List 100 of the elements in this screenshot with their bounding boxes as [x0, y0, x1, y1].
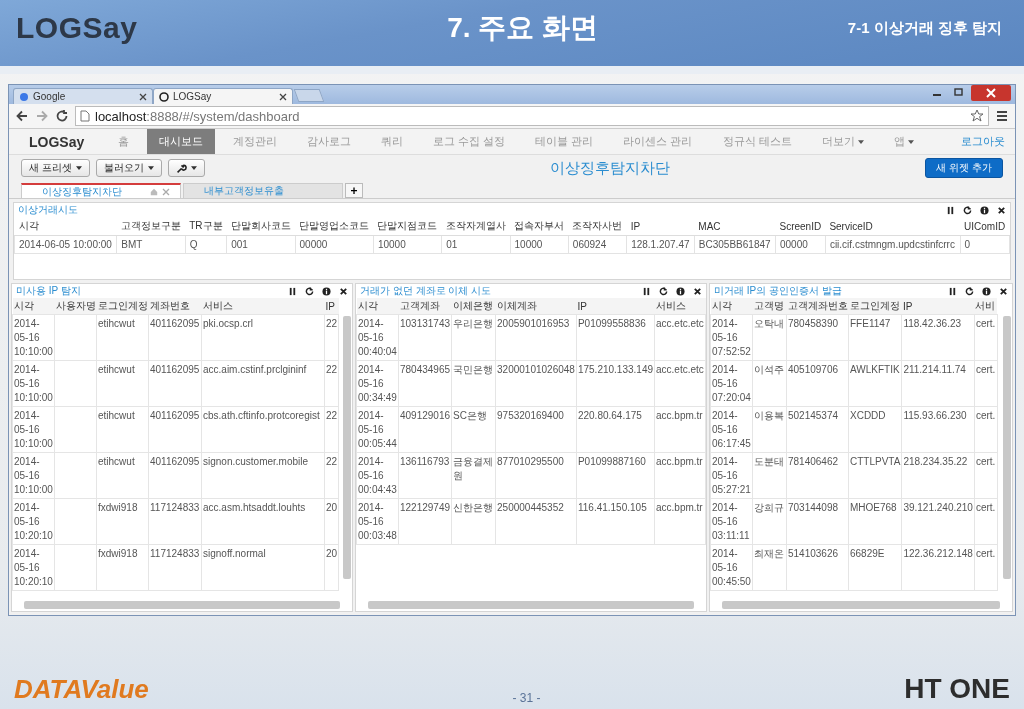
add-tab-button[interactable]: +	[345, 183, 363, 198]
table-cell: acc.aim.cstinf.prclgininf	[203, 364, 307, 375]
scrollbar[interactable]	[368, 601, 694, 609]
star-icon[interactable]	[970, 109, 984, 123]
table-cell: FFE1147	[850, 318, 891, 329]
table-cell: BC305BB61847	[694, 235, 776, 254]
column-header[interactable]: 로그인계정	[848, 298, 902, 315]
column-header[interactable]: IP	[576, 298, 655, 315]
column-header[interactable]: 시각	[710, 298, 753, 315]
close-icon[interactable]	[693, 286, 702, 296]
table-cell: 0	[960, 235, 1010, 254]
column-header[interactable]: UIComID	[960, 217, 1010, 236]
table-cell: etihcwut	[98, 456, 135, 467]
table-cell: 122129749	[400, 502, 451, 513]
info-icon[interactable]	[980, 205, 989, 215]
column-header[interactable]: 서비스	[201, 298, 325, 315]
column-header[interactable]: 시각	[12, 298, 55, 315]
column-header[interactable]: 서비스	[654, 298, 706, 315]
column-header[interactable]: IP	[626, 217, 695, 236]
dropdown-button[interactable]: 불러오기	[95, 159, 162, 177]
table-cell: 00000	[295, 235, 374, 254]
brand-logo: HT ONE	[904, 673, 1010, 705]
table-cell: acc.bpm.tr	[656, 502, 703, 513]
column-header[interactable]: 시각	[14, 217, 117, 236]
table-cell: 2014-05-16 00:04:43	[358, 456, 397, 495]
column-header[interactable]: 서비	[974, 298, 998, 315]
table-cell: 502145374	[788, 410, 839, 421]
info-icon[interactable]	[982, 286, 991, 296]
refresh-icon[interactable]	[305, 286, 314, 296]
back-icon[interactable]	[15, 109, 29, 123]
column-header[interactable]: TR구분	[185, 217, 227, 236]
column-header[interactable]: 단말지점코드	[373, 217, 442, 236]
column-header[interactable]: 조작자사번	[568, 217, 627, 236]
widget-title: 거래가 없던 계좌로 이체 시도	[360, 284, 492, 298]
column-header[interactable]: 사용자명	[54, 298, 97, 315]
logo: LOGSay	[16, 11, 138, 45]
browser-tab[interactable]: LOGSay	[153, 88, 293, 104]
column-header[interactable]: 고객정보구분	[116, 217, 186, 236]
scrollbar[interactable]	[24, 601, 340, 609]
menu-icon[interactable]	[995, 109, 1009, 123]
table-cell: AWLKFTIK	[850, 364, 900, 375]
close-icon[interactable]	[339, 286, 348, 296]
table-cell: 220.80.64.175	[577, 410, 642, 421]
table-cell: 118.42.36.23	[903, 318, 962, 329]
pause-icon[interactable]	[642, 286, 651, 296]
column-header[interactable]: ServiceID	[825, 217, 961, 236]
close-icon[interactable]	[279, 92, 287, 101]
close-icon[interactable]	[997, 205, 1006, 215]
refresh-icon[interactable]	[963, 205, 972, 215]
refresh-icon[interactable]	[965, 286, 974, 296]
column-header[interactable]: 고객명	[752, 298, 787, 315]
table-cell: SC은행	[453, 410, 487, 421]
column-header[interactable]: 계좌번호	[148, 298, 202, 315]
column-header[interactable]: 고객계좌	[398, 298, 452, 315]
scrollbar[interactable]	[1003, 316, 1011, 579]
column-header[interactable]: IP	[901, 298, 975, 315]
add-widget-button[interactable]: 새 위젯 추가	[925, 158, 1003, 178]
address-bar[interactable]: localhost:8888/#/system/dashboard	[75, 106, 989, 126]
table-cell: etihcwut	[98, 364, 135, 375]
settings-button[interactable]	[167, 159, 205, 177]
close-icon[interactable]	[139, 92, 147, 101]
table-cell: cert.	[975, 364, 996, 375]
table-cell: cert.	[975, 410, 996, 421]
column-header[interactable]: 로그인계정	[96, 298, 149, 315]
column-header[interactable]: 단말영업소코드	[295, 217, 374, 236]
column-header[interactable]: 단말회사코드	[226, 217, 296, 236]
nav-item[interactable]: 대시보드	[147, 129, 216, 154]
scrollbar[interactable]	[722, 601, 1000, 609]
app-logo[interactable]: LOGSay	[29, 133, 85, 150]
table-cell: Q	[185, 235, 227, 254]
table-cell: XCDDD	[850, 410, 886, 421]
scrollbar[interactable]	[343, 316, 351, 579]
table-cell: cert.	[975, 456, 996, 467]
table-cell: pki.ocsp.crl	[203, 318, 253, 329]
table-cell: 2014-05-16 00:40:04	[358, 318, 397, 357]
table-cell: 780458390	[788, 318, 839, 329]
table-cell: cert.	[975, 502, 996, 513]
refresh-icon[interactable]	[659, 286, 668, 296]
table-cell: 10000	[373, 235, 442, 254]
dropdown-button[interactable]: 새 프리셋	[21, 159, 90, 177]
page-icon	[80, 110, 90, 122]
column-header[interactable]: 접속자부서	[510, 217, 569, 236]
column-header[interactable]: 조작자계열사	[441, 217, 511, 236]
pause-icon[interactable]	[948, 286, 957, 296]
info-icon[interactable]	[676, 286, 685, 296]
pause-icon[interactable]	[288, 286, 297, 296]
table-cell: cert.	[975, 548, 996, 559]
column-header[interactable]: 이체계좌	[495, 298, 577, 315]
table-cell: 01	[441, 235, 511, 254]
pause-icon[interactable]	[946, 205, 955, 215]
info-icon[interactable]	[322, 286, 331, 296]
column-header[interactable]: ScreenID	[775, 217, 826, 236]
table-cell: 2014-05-16 00:05:44	[358, 410, 397, 449]
column-header[interactable]: 이체은행	[451, 298, 496, 315]
column-header[interactable]: 시각	[356, 298, 399, 315]
column-header[interactable]: MAC	[694, 217, 776, 236]
reload-icon[interactable]	[55, 109, 69, 123]
close-icon[interactable]	[999, 286, 1008, 296]
browser-tab[interactable]: Google	[13, 88, 153, 104]
column-header[interactable]: 고객계좌번호	[786, 298, 849, 315]
